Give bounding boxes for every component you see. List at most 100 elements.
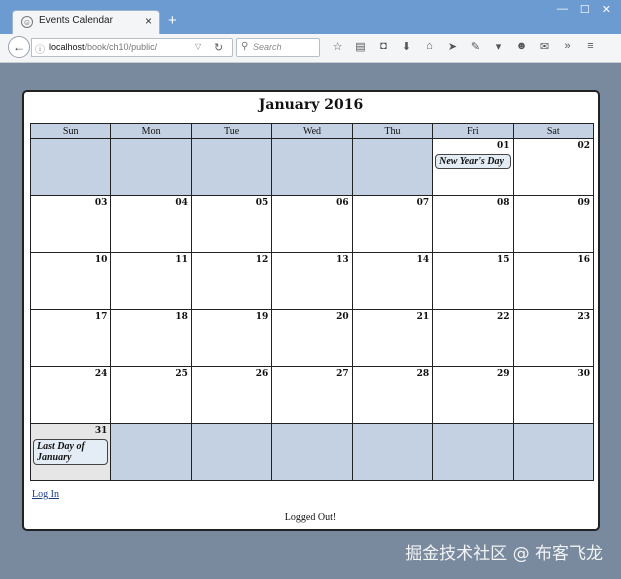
calendar-week-row: 01 New Year's Day 02 <box>29 138 595 196</box>
day-number: 30 <box>577 369 590 379</box>
calendar-empty-cell <box>110 138 192 196</box>
chat-icon[interactable]: ✉ <box>533 40 556 53</box>
calendar-day-cell[interactable]: 15 <box>432 252 514 310</box>
browser-window: ☺ Events Calendar × + — ☐ ✕ ← ⓘ localhos… <box>0 0 621 579</box>
weekday-sun: Sun <box>29 123 112 139</box>
calendar-day-cell[interactable]: 30 <box>512 366 595 424</box>
url-text[interactable]: localhost/book/ch10/public/ <box>49 42 157 52</box>
calendar-event[interactable]: Last Day of January <box>33 439 109 465</box>
day-number: 27 <box>336 369 349 379</box>
calendar-empty-cell <box>512 423 595 481</box>
day-number: 09 <box>577 198 590 208</box>
calendar-day-cell[interactable]: 31 Last Day of January <box>29 423 112 481</box>
calendar-day-cell[interactable]: 28 <box>351 366 434 424</box>
download-icon[interactable]: ⬇ <box>395 40 418 53</box>
calendar-day-cell[interactable]: 16 <box>512 252 595 310</box>
calendar-day-cell[interactable]: 02 <box>512 138 595 196</box>
minimize-icon[interactable]: — <box>557 3 568 16</box>
weekday-thu: Thu <box>351 123 434 139</box>
calendar-day-cell[interactable]: 04 <box>110 195 192 253</box>
calendar-week-row: 17 18 19 20 21 22 23 <box>29 309 595 367</box>
calendar-day-cell[interactable]: 05 <box>190 195 273 253</box>
calendar-day-cell[interactable]: 06 <box>271 195 353 253</box>
log-in-link[interactable]: Log In <box>32 489 59 500</box>
dropdown-icon[interactable]: ▾ <box>487 40 510 53</box>
calendar-day-cell[interactable]: 11 <box>110 252 192 310</box>
weekday-tue: Tue <box>190 123 273 139</box>
calendar-day-cell[interactable]: 03 <box>29 195 112 253</box>
calendar-day-cell[interactable]: 25 <box>110 366 192 424</box>
calendar-day-cell[interactable]: 09 <box>512 195 595 253</box>
calendar-week-row: 24 25 26 27 28 29 30 <box>29 366 595 424</box>
weekday-fri: Fri <box>432 123 514 139</box>
day-number: 25 <box>175 369 188 379</box>
day-number: 24 <box>94 369 108 379</box>
calendar-day-cell[interactable]: 26 <box>190 366 273 424</box>
calendar-empty-cell <box>271 423 353 481</box>
search-bar[interactable]: ⚲ Search <box>236 38 320 57</box>
reading-list-icon[interactable]: ▤ <box>349 40 372 53</box>
toolbar-icons: ☆ ▤ ◘ ⬇ ⌂ ➤ ✎ ▾ ☻ ✉ » ≡ <box>326 40 602 53</box>
watermark: 掘金技术社区 @ 布客飞龙 <box>405 544 603 564</box>
calendar-day-cell[interactable]: 27 <box>271 366 353 424</box>
back-button[interactable]: ← <box>8 36 30 58</box>
tab-events-calendar[interactable]: ☺ Events Calendar × <box>12 10 160 34</box>
smiley-icon[interactable]: ☻ <box>510 40 533 53</box>
url-path: /book/ch10/public/ <box>84 42 158 52</box>
calendar-day-cell[interactable]: 20 <box>271 309 353 367</box>
day-number: 16 <box>577 255 590 265</box>
extension-icon[interactable]: ✎ <box>464 40 487 53</box>
overflow-icon[interactable]: » <box>556 40 579 53</box>
calendar-day-cell[interactable]: 23 <box>512 309 595 367</box>
day-number: 31 <box>94 426 108 436</box>
calendar-day-cell[interactable]: 22 <box>432 309 514 367</box>
calendar-grid: Sun Mon Tue Wed Thu Fri Sat 01 New Year's… <box>29 123 595 481</box>
calendar-day-cell[interactable]: 17 <box>29 309 112 367</box>
calendar-day-cell[interactable]: 19 <box>190 309 273 367</box>
star-icon[interactable]: ☆ <box>326 40 349 53</box>
day-number: 03 <box>94 198 108 208</box>
calendar-day-cell[interactable]: 01 New Year's Day <box>432 138 514 196</box>
calendar-day-cell[interactable]: 08 <box>432 195 514 253</box>
search-icon: ⚲ <box>241 41 249 52</box>
weekday-wed: Wed <box>271 123 353 139</box>
calendar-day-cell[interactable]: 29 <box>432 366 514 424</box>
calendar-day-cell[interactable]: 21 <box>351 309 434 367</box>
close-tab-icon[interactable]: × <box>145 14 152 28</box>
new-tab-button[interactable]: + <box>168 12 177 29</box>
calendar-day-cell[interactable]: 18 <box>110 309 192 367</box>
day-number: 22 <box>497 312 510 322</box>
url-bar[interactable]: ⓘ localhost/book/ch10/public/ ▽ ↻ <box>31 38 233 57</box>
calendar-day-cell[interactable]: 07 <box>351 195 434 253</box>
pocket-icon[interactable]: ◘ <box>372 40 395 53</box>
calendar-day-cell[interactable]: 14 <box>351 252 434 310</box>
day-number: 14 <box>416 255 430 265</box>
day-number: 19 <box>255 312 269 322</box>
day-number: 15 <box>497 255 510 265</box>
day-number: 28 <box>416 369 430 379</box>
close-window-icon[interactable]: ✕ <box>602 3 611 16</box>
page-content: January 2016 Sun Mon Tue Wed Thu Fri Sat… <box>0 63 621 579</box>
tab-title: Events Calendar <box>39 15 113 26</box>
calendar-day-cell[interactable]: 13 <box>271 252 353 310</box>
url-dropdown-icon[interactable]: ▽ <box>195 42 201 51</box>
calendar-day-cell[interactable]: 12 <box>190 252 273 310</box>
send-icon[interactable]: ➤ <box>441 40 464 53</box>
calendar-event[interactable]: New Year's Day <box>435 154 511 169</box>
site-info-icon[interactable]: ⓘ <box>35 41 45 56</box>
home-icon[interactable]: ⌂ <box>418 40 441 53</box>
calendar-body: 01 New Year's Day 02 03 04 05 06 07 08 09 10 11 12 13… <box>29 138 595 481</box>
maximize-icon[interactable]: ☐ <box>580 3 590 16</box>
calendar-day-cell[interactable]: 10 <box>29 252 112 310</box>
weekday-sat: Sat <box>512 123 595 139</box>
menu-icon[interactable]: ≡ <box>579 40 602 53</box>
day-number: 11 <box>175 255 188 265</box>
day-number: 21 <box>416 312 430 322</box>
calendar-empty-cell <box>432 423 514 481</box>
calendar-empty-cell <box>110 423 192 481</box>
calendar-empty-cell <box>29 138 112 196</box>
calendar-day-cell[interactable]: 24 <box>29 366 112 424</box>
reload-icon[interactable]: ↻ <box>214 41 223 54</box>
day-number: 01 <box>497 141 510 151</box>
calendar-week-row: 31 Last Day of January <box>29 423 595 481</box>
